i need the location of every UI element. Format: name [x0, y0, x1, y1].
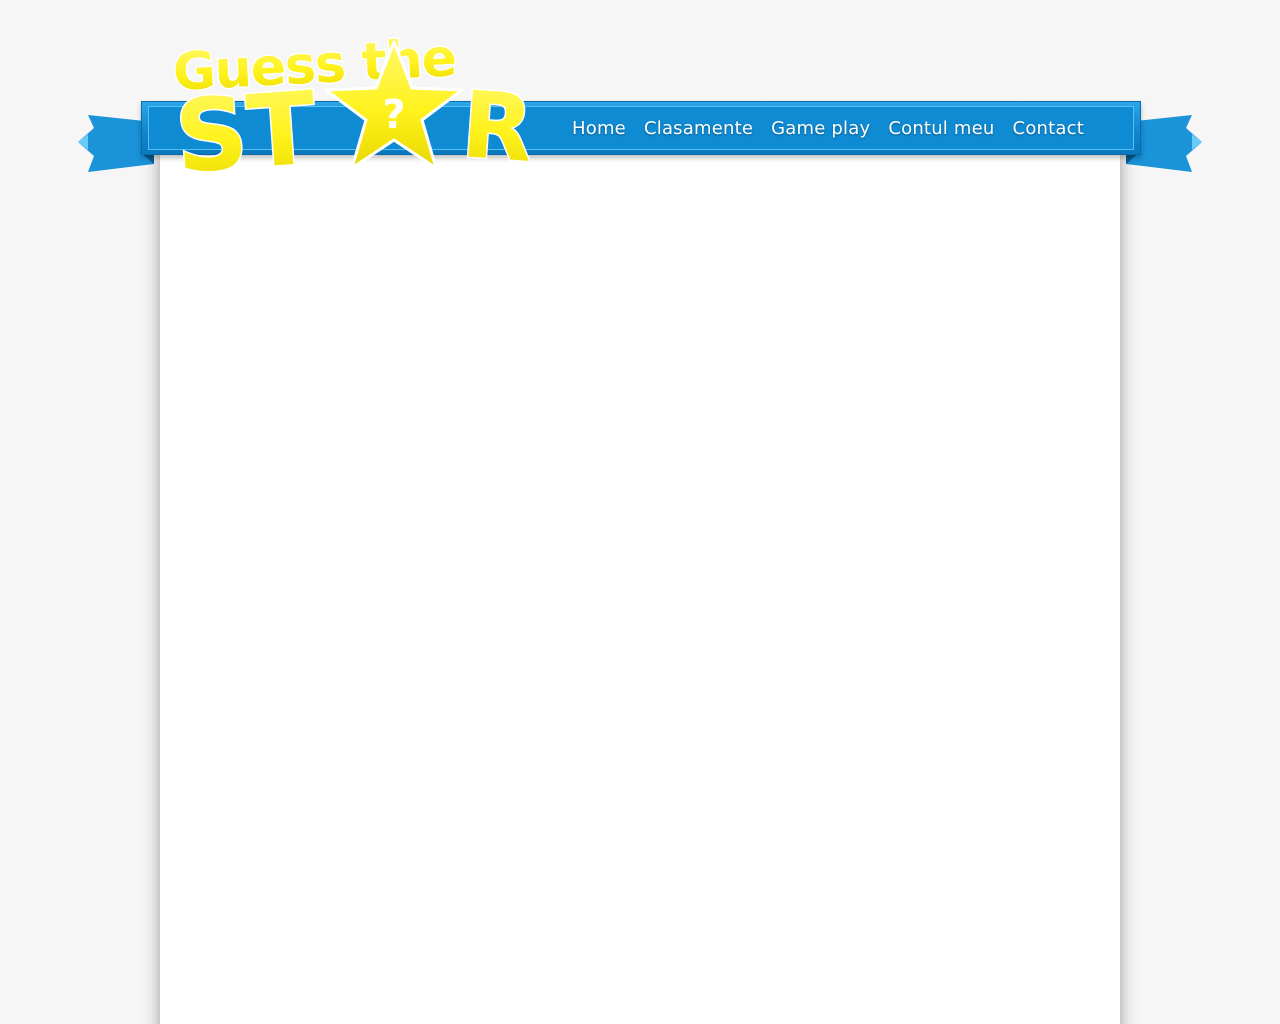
main-nav: Home Clasamente Game play Contul meu Con…: [563, 112, 1093, 144]
site-logo[interactable]: Guess the ST R ?: [166, 22, 556, 187]
content-panel: [160, 150, 1120, 1024]
page: Guess the ST R ? Home Clasamente Game pl…: [0, 0, 1280, 1024]
nav-contul-meu[interactable]: Contul meu: [879, 118, 1003, 139]
svg-text:ST: ST: [172, 69, 320, 187]
svg-text:?: ?: [382, 92, 405, 138]
nav-contact[interactable]: Contact: [1004, 118, 1093, 139]
svg-text:R: R: [458, 71, 536, 183]
nav-clasamente[interactable]: Clasamente: [635, 118, 762, 139]
nav-game-play[interactable]: Game play: [762, 118, 879, 139]
nav-home[interactable]: Home: [563, 118, 635, 139]
